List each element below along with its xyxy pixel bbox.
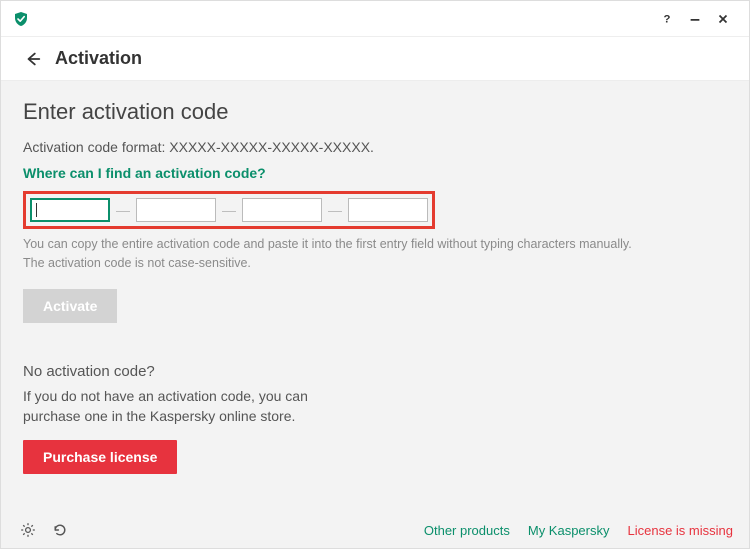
find-code-link[interactable]: Where can I find an activation code? (23, 165, 266, 181)
gear-icon[interactable] (17, 519, 39, 541)
close-icon[interactable] (709, 5, 737, 33)
no-code-paragraph: If you do not have an activation code, y… (23, 386, 343, 427)
text-caret (36, 203, 37, 217)
code-sep: — (322, 202, 348, 218)
activation-code-inputs: — — — (23, 191, 435, 229)
license-missing-link[interactable]: License is missing (628, 523, 734, 538)
svg-text:?: ? (664, 13, 671, 25)
activate-button[interactable]: Activate (23, 289, 117, 323)
no-activation-section: No activation code? If you do not have a… (23, 363, 727, 475)
page-title: Activation (55, 48, 142, 69)
titlebar: ? (1, 1, 749, 37)
minimize-icon[interactable] (681, 5, 709, 33)
hints-block: You can copy the entire activation code … (23, 235, 727, 273)
help-icon[interactable]: ? (653, 5, 681, 33)
code-sep: — (216, 202, 242, 218)
kaspersky-shield-icon (13, 11, 29, 27)
purchase-license-button[interactable]: Purchase license (23, 440, 177, 474)
hint-line: The activation code is not case-sensitiv… (23, 254, 727, 273)
code-field-1[interactable] (30, 198, 110, 222)
footer-bar: Other products My Kaspersky License is m… (1, 512, 749, 548)
refresh-icon[interactable] (49, 519, 71, 541)
section-title: Enter activation code (23, 99, 727, 125)
hint-line: You can copy the entire activation code … (23, 235, 727, 254)
code-sep: — (110, 202, 136, 218)
code-field-3[interactable] (242, 198, 322, 222)
code-field-4[interactable] (348, 198, 428, 222)
code-field-2[interactable] (136, 198, 216, 222)
other-products-link[interactable]: Other products (424, 523, 510, 538)
no-code-question: No activation code? (23, 363, 727, 380)
format-hint: Activation code format: XXXXX-XXXXX-XXXX… (23, 139, 727, 155)
page-header: Activation (1, 37, 749, 81)
my-kaspersky-link[interactable]: My Kaspersky (528, 523, 610, 538)
content-area: Enter activation code Activation code fo… (1, 81, 749, 548)
activation-window: ? Activation Enter activation code Activ… (0, 0, 750, 549)
back-icon[interactable] (21, 47, 45, 71)
